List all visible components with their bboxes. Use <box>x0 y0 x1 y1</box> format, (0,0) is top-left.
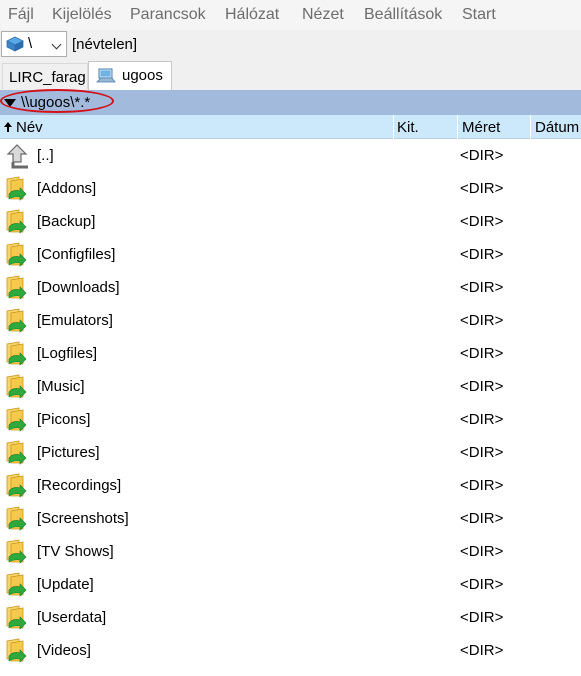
network-drive-icon <box>5 35 25 57</box>
file-row[interactable]: [Userdata] <DIR> <box>0 602 581 635</box>
tab-label: ugoos <box>122 67 163 84</box>
file-name: [Screenshots] <box>37 510 129 527</box>
file-name: [Downloads] <box>37 279 120 296</box>
file-name: [Music] <box>37 378 85 395</box>
shared-folder-icon <box>4 307 30 341</box>
sort-up-arrow-icon <box>3 120 13 137</box>
file-row[interactable]: [Addons] <DIR> <box>0 173 581 206</box>
file-row[interactable]: [..] <DIR> <box>0 140 581 173</box>
column-header-size[interactable]: Méret <box>462 119 500 136</box>
file-name: [Update] <box>37 576 94 593</box>
drive-letter: \ <box>28 35 33 52</box>
file-row[interactable]: [Music] <DIR> <box>0 371 581 404</box>
file-row[interactable]: [Screenshots] <DIR> <box>0 503 581 536</box>
file-row[interactable]: [Backup] <DIR> <box>0 206 581 239</box>
menu-bar: Fájl Kijelölés Parancsok Hálózat Nézet B… <box>0 0 581 30</box>
shared-folder-icon <box>4 604 30 638</box>
file-name: [..] <box>37 147 54 164</box>
shared-folder-icon <box>4 406 30 440</box>
file-name: [Emulators] <box>37 312 113 329</box>
file-name: [Backup] <box>37 213 96 230</box>
network-computer-icon <box>96 67 116 89</box>
menu-commands[interactable]: Parancsok <box>130 6 206 24</box>
shared-folder-icon <box>4 208 30 242</box>
shared-folder-icon <box>4 538 30 572</box>
shared-folder-icon <box>4 274 30 308</box>
file-row[interactable]: [Videos] <DIR> <box>0 635 581 668</box>
shared-folder-icon <box>4 175 30 209</box>
file-row[interactable]: [Emulators] <DIR> <box>0 305 581 338</box>
file-size: <DIR> <box>460 378 504 395</box>
column-header-date[interactable]: Dátum <box>535 119 579 136</box>
menu-view[interactable]: Nézet <box>302 6 344 24</box>
column-header-ext[interactable]: Kit. <box>397 119 419 136</box>
column-divider[interactable] <box>393 115 394 139</box>
menu-configuration[interactable]: Beállítások <box>364 6 442 24</box>
file-name: [TV Shows] <box>37 543 114 560</box>
file-name: [Configfiles] <box>37 246 116 263</box>
file-row[interactable]: [Configfiles] <DIR> <box>0 239 581 272</box>
drive-selector[interactable]: \ <box>1 31 67 57</box>
file-size: <DIR> <box>460 246 504 263</box>
shared-folder-icon <box>4 505 30 539</box>
file-size: <DIR> <box>460 279 504 296</box>
column-header-name[interactable]: Név <box>16 119 43 136</box>
column-divider[interactable] <box>530 115 531 139</box>
file-name: [Addons] <box>37 180 97 197</box>
file-row[interactable]: [Update] <DIR> <box>0 569 581 602</box>
file-size: <DIR> <box>460 444 504 461</box>
shared-folder-icon <box>4 241 30 275</box>
shared-folder-icon <box>4 637 30 671</box>
file-size: <DIR> <box>460 312 504 329</box>
file-size: <DIR> <box>460 609 504 626</box>
shared-folder-icon <box>4 571 30 605</box>
file-size: <DIR> <box>460 147 504 164</box>
file-size: <DIR> <box>460 543 504 560</box>
menu-mark[interactable]: Kijelölés <box>52 6 112 24</box>
file-size: <DIR> <box>460 642 504 659</box>
menu-start[interactable]: Start <box>462 6 496 24</box>
file-row[interactable]: [Logfiles] <DIR> <box>0 338 581 371</box>
file-name: [Videos] <box>37 642 91 659</box>
menu-file[interactable]: Fájl <box>8 6 34 24</box>
volume-label: [névtelen] <box>72 36 138 53</box>
file-row[interactable]: [Pictures] <DIR> <box>0 437 581 470</box>
file-size: <DIR> <box>460 411 504 428</box>
shared-folder-icon <box>4 472 30 506</box>
file-name: [Pictures] <box>37 444 100 461</box>
file-row[interactable]: [TV Shows] <DIR> <box>0 536 581 569</box>
file-name: [Picons] <box>37 411 91 428</box>
red-highlight-circle <box>0 89 114 113</box>
file-size: <DIR> <box>460 477 504 494</box>
file-name: [Userdata] <box>37 609 107 626</box>
shared-folder-icon <box>4 373 30 407</box>
file-size: <DIR> <box>460 510 504 527</box>
shared-folder-icon <box>4 340 30 374</box>
chevron-down-icon[interactable] <box>51 39 62 50</box>
file-row[interactable]: [Picons] <DIR> <box>0 404 581 437</box>
file-size: <DIR> <box>460 213 504 230</box>
menu-network[interactable]: Hálózat <box>225 6 279 24</box>
file-size: <DIR> <box>460 180 504 197</box>
tab-lirc-farag[interactable]: LIRC_farag <box>2 63 88 89</box>
file-name: [Logfiles] <box>37 345 98 362</box>
tab-label: LIRC_farag <box>9 69 86 86</box>
tab-ugoos[interactable]: ugoos <box>88 61 172 90</box>
shared-folder-icon <box>4 439 30 473</box>
file-size: <DIR> <box>460 576 504 593</box>
column-divider[interactable] <box>457 115 458 139</box>
file-size: <DIR> <box>460 345 504 362</box>
file-name: [Recordings] <box>37 477 122 494</box>
file-row[interactable]: [Recordings] <DIR> <box>0 470 581 503</box>
file-row[interactable]: [Downloads] <DIR> <box>0 272 581 305</box>
up-arrow-icon <box>4 142 30 174</box>
